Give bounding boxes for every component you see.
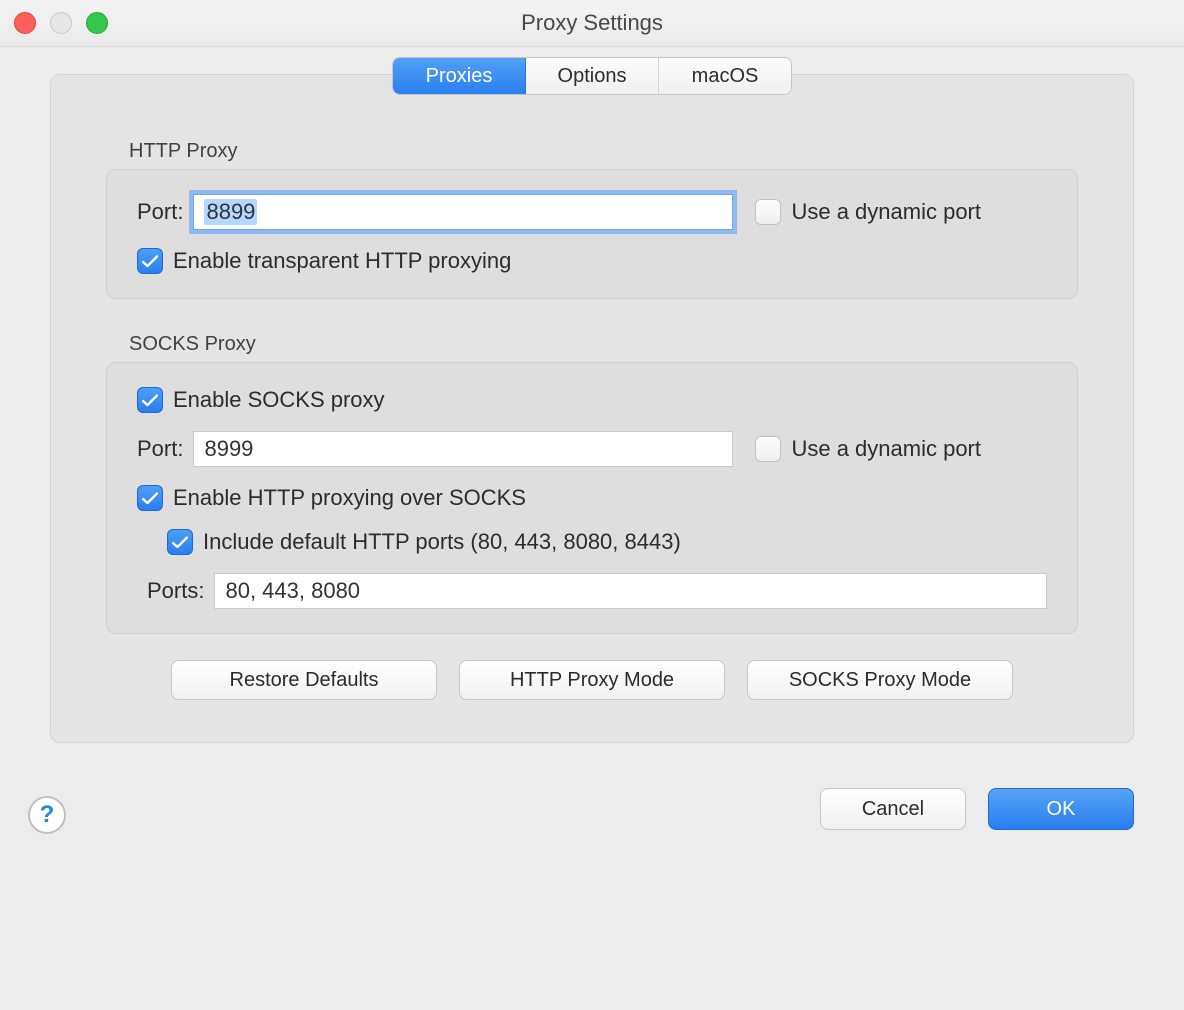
check-icon [142, 492, 158, 505]
socks-http-over-socks-checkbox[interactable] [137, 485, 163, 511]
restore-defaults-button[interactable]: Restore Defaults [171, 660, 437, 700]
http-proxy-section-label: HTTP Proxy [129, 140, 1133, 163]
tab-macos[interactable]: macOS [659, 58, 791, 94]
socks-dynamic-port-checkbox[interactable] [755, 436, 781, 462]
titlebar: Proxy Settings [0, 0, 1184, 47]
tab-proxies[interactable]: Proxies [393, 58, 526, 94]
socks-enable-label: Enable SOCKS proxy [173, 387, 385, 413]
socks-dynamic-port-label: Use a dynamic port [791, 436, 981, 462]
help-icon: ? [40, 801, 55, 829]
socks-port-input[interactable]: 8999 [193, 431, 733, 467]
socks-include-default-ports-label: Include default HTTP ports (80, 443, 808… [203, 529, 681, 555]
http-enable-transparent-checkbox[interactable] [137, 248, 163, 274]
close-window-button[interactable] [14, 12, 36, 34]
socks-port-value: 8999 [204, 436, 253, 462]
http-dynamic-port-checkbox[interactable] [755, 199, 781, 225]
socks-ports-value: 80, 443, 8080 [225, 578, 360, 604]
window-controls [14, 12, 108, 34]
help-button[interactable]: ? [28, 796, 66, 834]
http-proxy-mode-button[interactable]: HTTP Proxy Mode [459, 660, 725, 700]
zoom-window-button[interactable] [86, 12, 108, 34]
http-dynamic-port-label: Use a dynamic port [791, 199, 981, 225]
http-proxy-group: Port: 8899 Use a dynamic port Enable tra… [106, 169, 1078, 299]
socks-include-default-ports-checkbox[interactable] [167, 529, 193, 555]
check-icon [142, 394, 158, 407]
socks-port-label: Port: [137, 436, 183, 462]
http-port-input[interactable]: 8899 [193, 194, 733, 230]
cancel-button[interactable]: Cancel [820, 788, 966, 830]
socks-ports-input[interactable]: 80, 443, 8080 [214, 573, 1047, 609]
socks-ports-label: Ports: [147, 578, 204, 604]
check-icon [172, 536, 188, 549]
minimize-window-button[interactable] [50, 12, 72, 34]
socks-proxy-section-label: SOCKS Proxy [129, 333, 1133, 356]
http-enable-transparent-label: Enable transparent HTTP proxying [173, 248, 511, 274]
window-title: Proxy Settings [521, 10, 663, 36]
socks-enable-checkbox[interactable] [137, 387, 163, 413]
tab-options[interactable]: Options [526, 58, 659, 94]
dialog-footer: ? Cancel OK [50, 788, 1134, 844]
http-port-value: 8899 [204, 199, 257, 225]
http-port-label: Port: [137, 199, 183, 225]
socks-proxy-mode-button[interactable]: SOCKS Proxy Mode [747, 660, 1013, 700]
mode-button-row: Restore Defaults HTTP Proxy Mode SOCKS P… [106, 660, 1078, 700]
tab-bar: Proxies Options macOS [392, 57, 792, 95]
ok-button[interactable]: OK [988, 788, 1134, 830]
socks-http-over-socks-label: Enable HTTP proxying over SOCKS [173, 485, 526, 511]
check-icon [142, 255, 158, 268]
settings-panel: Proxies Options macOS HTTP Proxy Port: 8… [50, 74, 1134, 743]
socks-proxy-group: Enable SOCKS proxy Port: 8999 Use a dyna… [106, 362, 1078, 634]
